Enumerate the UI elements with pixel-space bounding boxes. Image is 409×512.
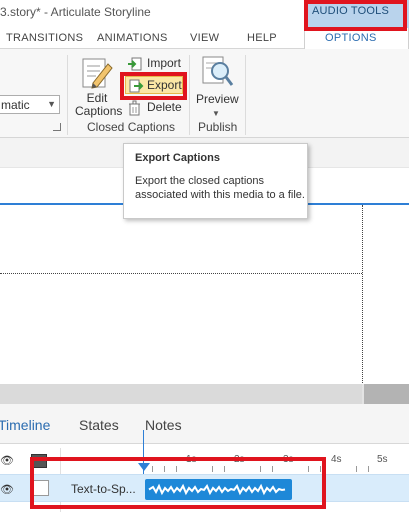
ruler-tick	[368, 466, 369, 472]
ruler-tick	[356, 466, 357, 472]
edit-captions-icon	[82, 58, 113, 89]
scrollbar-thumb[interactable]	[0, 384, 362, 404]
import-captions-button[interactable]: Import	[127, 55, 187, 73]
tab-transitions[interactable]: TRANSITIONS	[6, 32, 83, 44]
chevron-down-icon: ▼	[47, 99, 56, 109]
group-divider	[67, 55, 68, 135]
window-title: 3.story* - Articulate Storyline	[0, 5, 151, 19]
edit-captions-button[interactable]: Edit Captions	[75, 54, 123, 118]
closed-captions-group-label: Closed Captions	[87, 120, 176, 134]
group-dialog-launcher-icon[interactable]	[53, 123, 61, 131]
guide-line-vertical	[362, 205, 363, 385]
publish-group-label: Publish	[198, 120, 238, 134]
timeline-tab-bar: Timeline States Notes	[0, 404, 409, 444]
eye-icon[interactable]: 👁	[0, 454, 14, 467]
autoplay-dropdown[interactable]: matic ▼	[0, 95, 60, 114]
dropdown-value: matic	[1, 98, 30, 112]
ruler-label: 5s	[377, 454, 388, 465]
tab-help[interactable]: HELP	[247, 32, 277, 44]
tooltip-title: Export Captions	[135, 152, 220, 164]
guide-line-horizontal	[0, 273, 362, 274]
tab-notes[interactable]: Notes	[145, 417, 182, 433]
eye-icon[interactable]: 👁	[0, 483, 14, 496]
delete-icon	[129, 100, 140, 116]
tab-animations[interactable]: ANIMATIONS	[97, 32, 168, 44]
preview-icon	[202, 56, 234, 86]
ruler-label: 4s	[331, 454, 342, 465]
ribbon: matic ▼ Edit Captions Import Export Dele…	[0, 49, 409, 138]
export-captions-tooltip: Export Captions Export the closed captio…	[123, 143, 308, 219]
group-divider	[245, 55, 246, 135]
import-icon	[128, 57, 142, 71]
tab-options[interactable]: OPTIONS	[304, 28, 409, 49]
tab-options-label: OPTIONS	[325, 32, 377, 44]
preview-label: Preview	[196, 92, 239, 106]
ribbon-tab-bar: TRANSITIONS ANIMATIONS VIEW HELP OPTIONS	[0, 28, 409, 49]
highlight-export-button	[120, 72, 187, 100]
delete-label: Delete	[147, 100, 182, 114]
edit-captions-label: Edit Captions	[75, 91, 123, 118]
tab-states[interactable]: States	[79, 417, 119, 433]
scrollbar-button[interactable]	[364, 384, 409, 404]
import-label: Import	[147, 56, 182, 70]
chevron-down-icon: ▼	[212, 109, 220, 118]
horizontal-scrollbar[interactable]	[0, 384, 409, 404]
preview-button[interactable]: Preview ▼	[193, 54, 243, 122]
delete-captions-button[interactable]: Delete	[127, 99, 187, 117]
tab-view[interactable]: VIEW	[190, 32, 219, 44]
tooltip-body: Export the closed captions associated wi…	[135, 175, 305, 201]
highlight-audio-track	[30, 457, 326, 509]
highlight-audio-tools	[304, 0, 407, 31]
group-divider	[189, 55, 190, 135]
tab-timeline[interactable]: Timeline	[0, 417, 50, 433]
